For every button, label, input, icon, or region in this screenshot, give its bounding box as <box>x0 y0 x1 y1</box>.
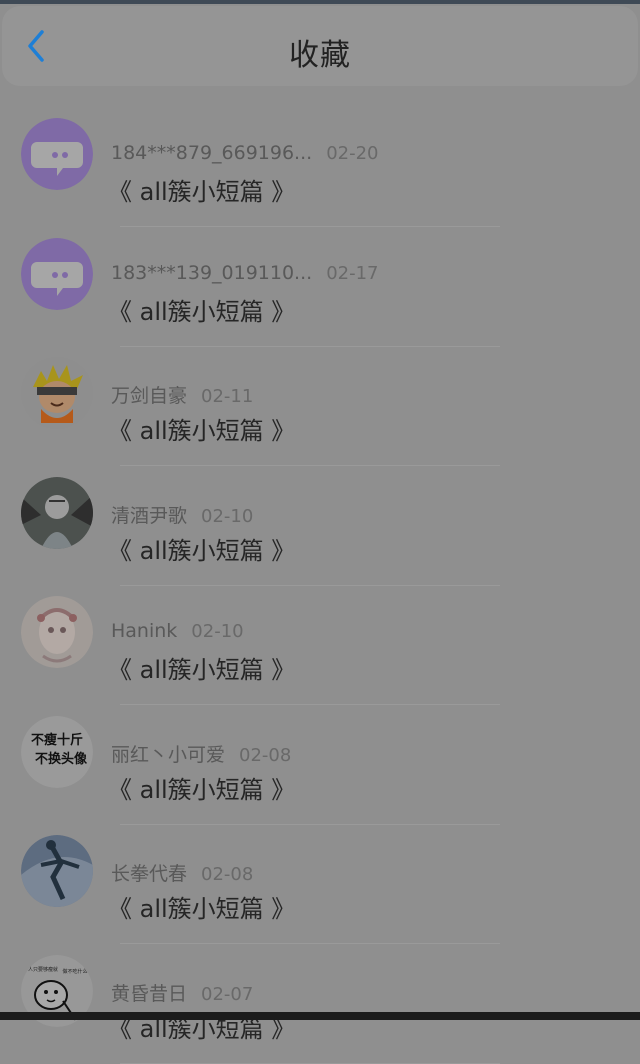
list-item[interactable]: 长拳代春 02-08 《 all簇小短篇 》 <box>0 777 640 944</box>
list-item[interactable]: 不瘦十斤 不换头像 丽红丶小可爱 02-08 《 all簇小短篇 》 <box>0 658 640 825</box>
avatar-text-line-1: 不瘦十斤 <box>31 732 83 748</box>
post-date: 02-20 <box>326 143 379 164</box>
navigation-bar-strip <box>0 1012 640 1020</box>
username[interactable]: 长拳代春 02-08 <box>111 859 253 886</box>
favorites-list: 184***879_669196... 02-20 《 all簇小短篇 》 183… <box>0 60 640 1064</box>
username[interactable]: 黄昏昔日 02-07 <box>111 979 253 1006</box>
top-nav-bar: 收藏 <box>2 6 638 86</box>
username[interactable]: 183***139_019110... 02-17 <box>111 262 379 284</box>
post-date: 02-10 <box>191 621 244 642</box>
avatar-text-line-2: 做不吃什么 <box>62 968 87 975</box>
post-date: 02-07 <box>201 983 254 1005</box>
post-date: 02-08 <box>239 744 292 766</box>
username[interactable]: 万剑自豪 02-11 <box>111 381 253 408</box>
username[interactable]: 清酒尹歌 02-10 <box>111 501 253 528</box>
username[interactable]: Hanink 02-10 <box>111 620 244 642</box>
list-item[interactable]: 183***139_019110... 02-17 《 all簇小短篇 》 <box>0 180 640 347</box>
avatar-text-line-2: 不换头像 <box>35 751 88 767</box>
username[interactable]: 184***879_669196... 02-20 <box>111 142 379 164</box>
post-date: 02-08 <box>201 864 254 885</box>
status-bar-strip <box>0 0 640 4</box>
post-date: 02-11 <box>201 386 254 407</box>
avatar-text-line-1: 人只要够瘦就 <box>28 966 58 973</box>
list-item[interactable]: Hanink 02-10 《 all簇小短篇 》 <box>0 538 640 705</box>
page-title: 收藏 <box>289 38 351 73</box>
list-item[interactable]: 清酒尹歌 02-10 《 all簇小短篇 》 <box>0 419 640 586</box>
list-item[interactable]: 人只要够瘦就 做不吃什么 黄昏昔日 02-07 《 all簇小短篇 》 <box>0 897 640 1064</box>
post-date: 02-10 <box>201 505 254 527</box>
divider <box>120 1062 500 1064</box>
username[interactable]: 丽红丶小可爱 02-08 <box>111 740 291 767</box>
post-date: 02-17 <box>326 262 379 284</box>
list-item[interactable]: 万剑自豪 02-11 《 all簇小短篇 》 <box>0 299 640 466</box>
